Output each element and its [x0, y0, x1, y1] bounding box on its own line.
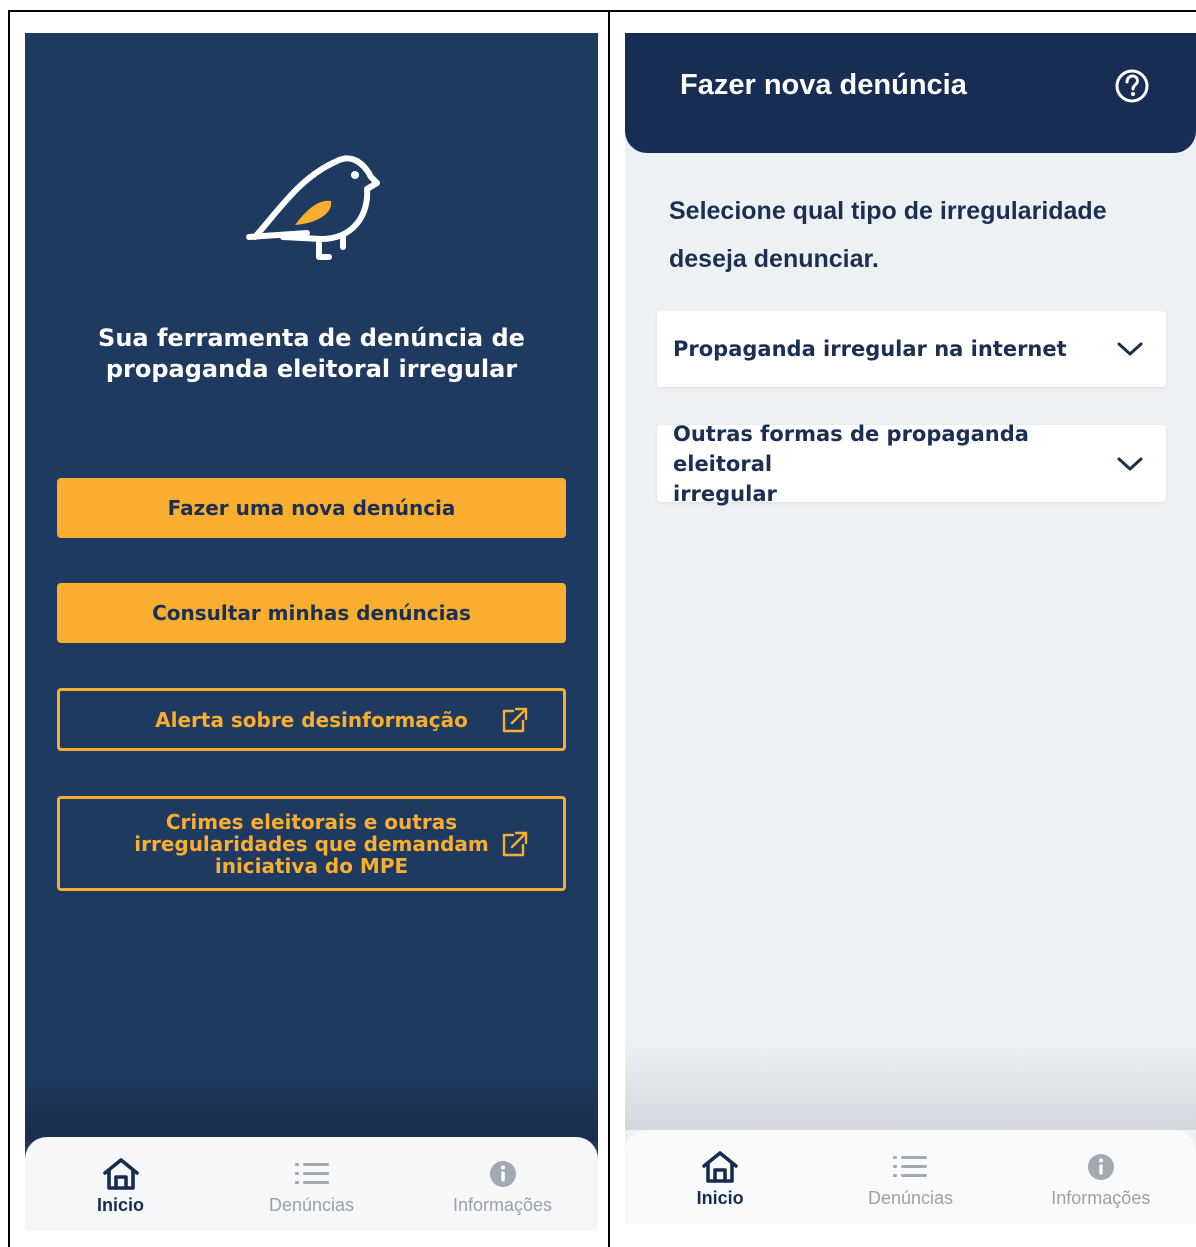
- instruction-line-1: Selecione qual tipo de irregularidade: [669, 197, 1107, 225]
- option-internet-propaganda[interactable]: Propaganda irregular na internet: [657, 311, 1166, 387]
- info-icon: [1087, 1154, 1114, 1180]
- nav-home[interactable]: Inicio: [41, 1137, 201, 1231]
- my-reports-button-label: Consultar minhas denúncias: [152, 601, 471, 625]
- electoral-crimes-label-line-3: iniciativa do MPE: [214, 853, 409, 878]
- tagline-line-1: Sua ferramenta de denúncia de: [98, 324, 525, 352]
- nav-home-label: Inicio: [96, 1195, 144, 1215]
- option-other-propaganda-line-1: Outras formas de propaganda eleitoral: [673, 421, 1029, 476]
- external-link-icon: [502, 831, 528, 856]
- nav-info-label: Informações: [1051, 1188, 1151, 1208]
- nav-reports[interactable]: Denúncias: [232, 1137, 392, 1231]
- info-icon: [489, 1161, 516, 1187]
- electoral-crimes-label-line-1: Crimes eleitorais e outras: [165, 809, 458, 834]
- chevron-down-icon: [1117, 342, 1143, 356]
- option-other-propaganda[interactable]: Outras formas de propaganda eleitoral ir…: [657, 422, 1166, 506]
- new-report-screen: Fazer nova denúncia Selecione qual tipo …: [625, 33, 1196, 1224]
- option-other-propaganda-line-2: irregular: [673, 481, 777, 506]
- new-report-button[interactable]: Fazer uma nova denúncia: [57, 478, 566, 538]
- bottom-fade: [25, 1071, 598, 1141]
- page-title: Fazer nova denúncia: [680, 69, 967, 101]
- nav-info-label: Informações: [452, 1195, 553, 1215]
- bird-logo-icon: [246, 155, 380, 260]
- nav-home-label: Inicio: [696, 1188, 744, 1208]
- instruction-line-2: deseja denunciar.: [669, 245, 879, 273]
- bottom-fade: [625, 1040, 1196, 1130]
- frame-border-left: [8, 10, 10, 1247]
- chevron-down-icon: [1117, 457, 1143, 470]
- my-reports-button[interactable]: Consultar minhas denúncias: [57, 583, 566, 643]
- misinfo-alert-button-label: Alerta sobre desinformação: [155, 707, 468, 732]
- list-icon: [893, 1156, 928, 1177]
- tagline: Sua ferramenta de denúncia de propaganda…: [25, 323, 598, 385]
- new-report-button-label: Fazer uma nova denúncia: [167, 496, 456, 520]
- nav-info[interactable]: Informações: [1021, 1130, 1181, 1224]
- header-bar: Fazer nova denúncia: [625, 33, 1196, 153]
- home-icon: [102, 1158, 139, 1190]
- home-screen: Sua ferramenta de denúncia de propaganda…: [25, 33, 598, 1231]
- nav-reports-label: Denúncias: [867, 1188, 954, 1208]
- home-icon: [702, 1151, 738, 1183]
- nav-info[interactable]: Informações: [423, 1137, 583, 1231]
- external-link-icon: [502, 707, 528, 732]
- tagline-line-2: propaganda eleitoral irregular: [105, 355, 518, 383]
- electoral-crimes-button[interactable]: Crimes eleitorais e outras irregularidad…: [57, 796, 566, 891]
- nav-home[interactable]: Inicio: [640, 1130, 800, 1224]
- instruction-text: Selecione qual tipo de irregularidade de…: [669, 187, 1149, 283]
- bottom-nav: Inicio Denúncias Informações: [625, 1130, 1196, 1224]
- bottom-nav: Inicio Denúncias Informações: [25, 1137, 598, 1231]
- nav-reports-label: Denúncias: [268, 1195, 355, 1215]
- option-other-propaganda-label: Outras formas de propaganda eleitoral ir…: [673, 419, 1103, 509]
- nav-reports[interactable]: Denúncias: [830, 1130, 990, 1224]
- frame-divider: [608, 10, 610, 1247]
- misinfo-alert-button[interactable]: Alerta sobre desinformação: [57, 688, 566, 751]
- list-icon: [294, 1163, 329, 1184]
- option-internet-propaganda-label: Propaganda irregular na internet: [673, 337, 1067, 361]
- help-icon[interactable]: [1114, 68, 1150, 104]
- frame-border-top: [8, 10, 1196, 12]
- electoral-crimes-label-line-2: irregularidades que demandam: [134, 831, 489, 856]
